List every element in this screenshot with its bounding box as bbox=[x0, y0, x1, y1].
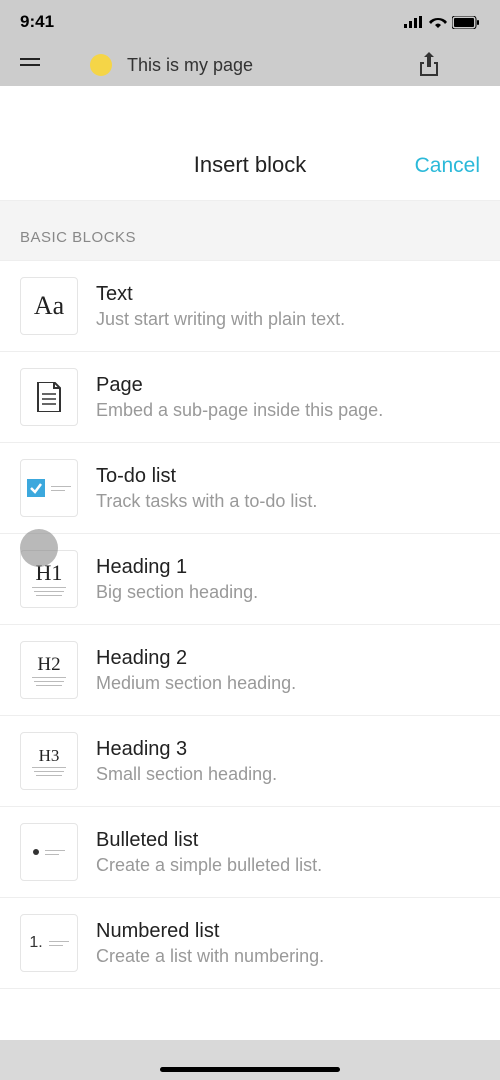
modal-header: Insert block Cancel bbox=[0, 86, 500, 201]
block-item-bulleted[interactable]: Bulleted list Create a simple bulleted l… bbox=[0, 807, 500, 898]
page-icon bbox=[20, 368, 78, 426]
block-title: To-do list bbox=[96, 465, 480, 488]
section-header: BASIC BLOCKS bbox=[0, 201, 500, 261]
status-icons bbox=[404, 16, 480, 29]
block-desc: Create a simple bulleted list. bbox=[96, 855, 480, 876]
block-title: Heading 2 bbox=[96, 647, 480, 670]
touch-indicator bbox=[20, 529, 58, 567]
block-title: Heading 3 bbox=[96, 738, 480, 761]
h2-icon: H2 bbox=[20, 641, 78, 699]
block-item-heading2[interactable]: H2 Heading 2 Medium section heading. bbox=[0, 625, 500, 716]
block-desc: Embed a sub-page inside this page. bbox=[96, 400, 480, 421]
home-indicator[interactable] bbox=[160, 1067, 340, 1072]
block-item-heading3[interactable]: H3 Heading 3 Small section heading. bbox=[0, 716, 500, 807]
h3-icon: H3 bbox=[20, 732, 78, 790]
block-desc: Track tasks with a to-do list. bbox=[96, 491, 480, 512]
status-time: 9:41 bbox=[20, 12, 54, 32]
block-item-text[interactable]: Aa Text Just start writing with plain te… bbox=[0, 261, 500, 352]
block-item-heading1[interactable]: H1 Heading 1 Big section heading. bbox=[0, 534, 500, 625]
page-emoji-icon bbox=[90, 54, 112, 76]
block-item-todo[interactable]: To-do list Track tasks with a to-do list… bbox=[0, 443, 500, 534]
battery-icon bbox=[452, 16, 480, 29]
block-desc: Create a list with numbering. bbox=[96, 946, 480, 967]
block-title: Page bbox=[96, 374, 480, 397]
todo-icon bbox=[20, 459, 78, 517]
block-desc: Medium section heading. bbox=[96, 673, 480, 694]
block-title: Heading 1 bbox=[96, 556, 480, 579]
block-title: Numbered list bbox=[96, 920, 480, 943]
block-title: Bulleted list bbox=[96, 829, 480, 852]
bullet-icon bbox=[20, 823, 78, 881]
status-bar: 9:41 bbox=[0, 0, 500, 44]
block-title: Text bbox=[96, 283, 480, 306]
block-list[interactable]: Aa Text Just start writing with plain te… bbox=[0, 261, 500, 1080]
block-desc: Small section heading. bbox=[96, 764, 480, 785]
menu-icon bbox=[20, 64, 40, 66]
block-item-numbered[interactable]: 1. Numbered list Create a list with numb… bbox=[0, 898, 500, 989]
block-item-page[interactable]: Page Embed a sub-page inside this page. bbox=[0, 352, 500, 443]
modal-title: Insert block bbox=[194, 152, 307, 178]
number-icon: 1. bbox=[20, 914, 78, 972]
background-page-title: This is my page bbox=[127, 55, 253, 76]
insert-block-modal: Insert block Cancel BASIC BLOCKS Aa Text… bbox=[0, 86, 500, 1080]
bottom-bar bbox=[0, 1040, 500, 1080]
block-desc: Big section heading. bbox=[96, 582, 480, 603]
background-header: This is my page bbox=[0, 44, 500, 86]
signal-icon bbox=[404, 16, 424, 28]
share-icon bbox=[418, 52, 440, 78]
cancel-button[interactable]: Cancel bbox=[415, 154, 480, 178]
text-icon: Aa bbox=[20, 277, 78, 335]
wifi-icon bbox=[429, 16, 447, 28]
block-desc: Just start writing with plain text. bbox=[96, 309, 480, 330]
